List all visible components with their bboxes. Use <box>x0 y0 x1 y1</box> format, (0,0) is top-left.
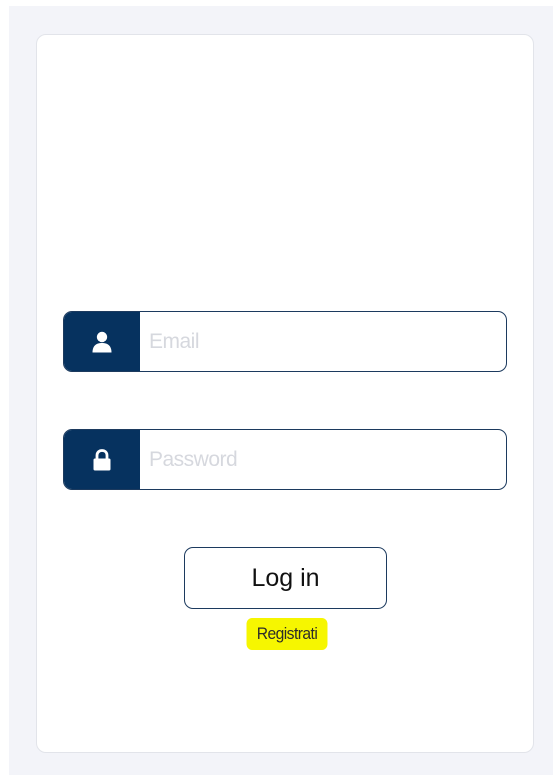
register-link[interactable]: Registrati <box>246 618 328 650</box>
lock-icon <box>64 430 140 489</box>
email-input[interactable] <box>140 312 506 371</box>
login-button[interactable]: Log in <box>184 547 387 609</box>
user-icon <box>64 312 140 371</box>
password-field-group <box>63 429 507 490</box>
password-input[interactable] <box>140 430 506 489</box>
email-field-group <box>63 311 507 372</box>
